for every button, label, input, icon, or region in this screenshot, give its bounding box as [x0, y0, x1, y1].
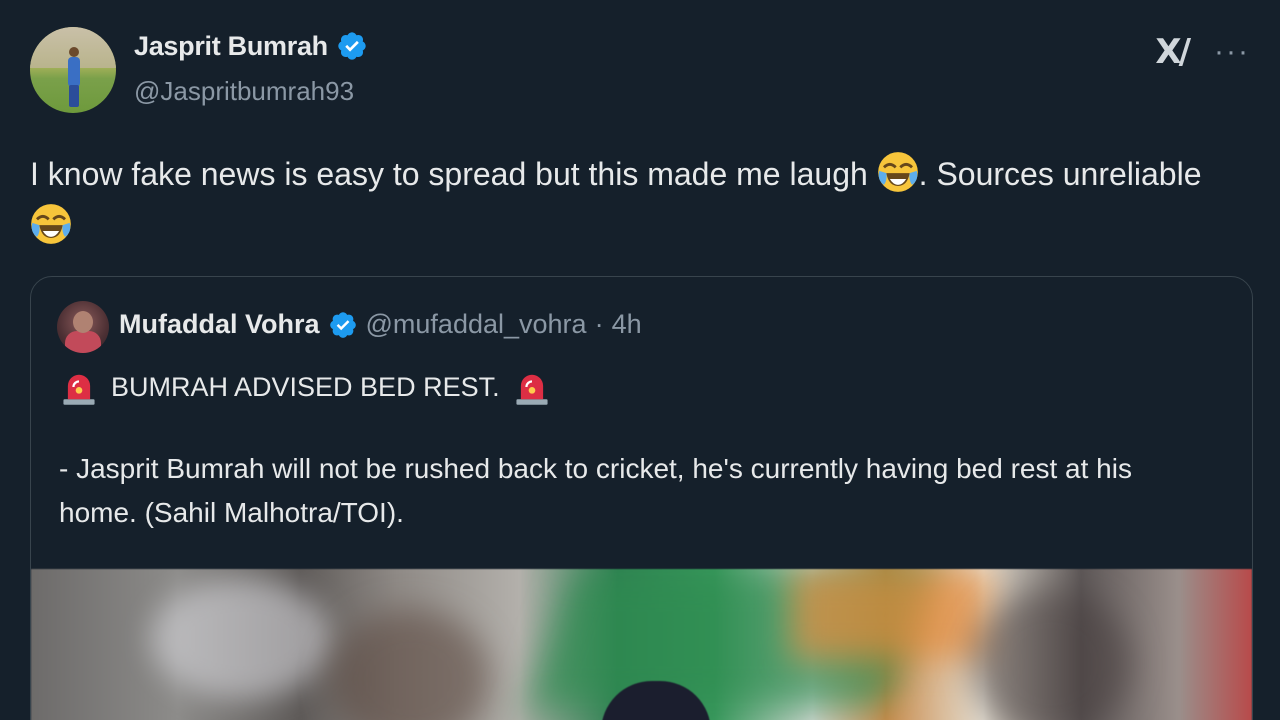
tweet: Jasprit Bumrah @Jaspritbumrah93 X/ ··· I…	[0, 0, 1280, 720]
verified-badge-icon	[329, 311, 356, 338]
quoted-tweet-card[interactable]: Mufaddal Vohra @mufaddal_vohra · 4h BUMR…	[30, 276, 1253, 720]
quoted-author-avatar[interactable]	[57, 301, 109, 353]
more-icon[interactable]: ···	[1214, 37, 1250, 67]
tweet-text: I know fake news is easy to spread but t…	[30, 148, 1240, 252]
laughing-crying-emoji-icon	[877, 152, 918, 192]
top-actions: X/ ···	[1155, 32, 1250, 72]
x-logo-icon[interactable]: X/	[1155, 32, 1191, 72]
quoted-timestamp[interactable]: 4h	[612, 309, 642, 340]
siren-icon	[63, 374, 95, 405]
siren-icon	[516, 374, 548, 405]
quoted-headline-text: BUMRAH ADVISED BED REST.	[111, 371, 500, 402]
quoted-separator: ·	[594, 309, 604, 339]
quoted-author-handle[interactable]: @mufaddal_vohra	[366, 309, 587, 340]
laughing-crying-emoji-icon	[31, 204, 71, 244]
author-avatar[interactable]	[30, 27, 116, 113]
quoted-media-image[interactable]	[31, 569, 1252, 720]
tweet-text-part1: I know fake news is easy to spread but t…	[30, 156, 877, 192]
verified-badge-icon	[338, 32, 366, 60]
author-display-name[interactable]: Jasprit Bumrah	[134, 31, 328, 62]
tweet-text-part2: . Sources unreliable	[918, 156, 1202, 192]
quoted-body-text: - Jasprit Bumrah will not be rushed back…	[59, 453, 1132, 528]
quoted-headline: BUMRAH ADVISED BED REST.	[59, 367, 552, 407]
author-name-row: Jasprit Bumrah	[134, 30, 368, 62]
author-handle[interactable]: @Jaspritbumrah93	[134, 76, 354, 107]
quoted-author-name[interactable]: Mufaddal Vohra	[119, 309, 320, 340]
quoted-tweet-header: Mufaddal Vohra @mufaddal_vohra · 4h	[119, 309, 642, 340]
